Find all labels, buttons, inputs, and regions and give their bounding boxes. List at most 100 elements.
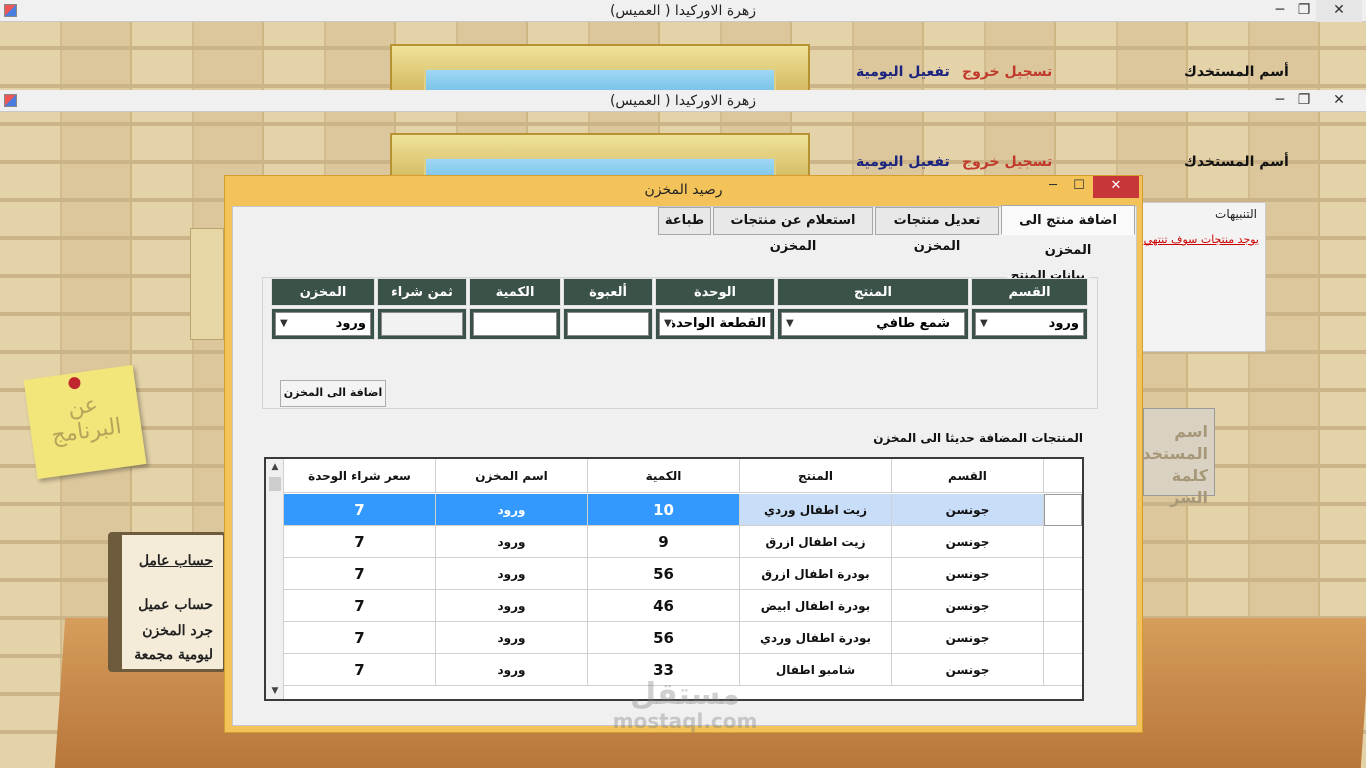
cell-quantity[interactable]: 56 [588,622,740,654]
package-input[interactable] [567,312,649,336]
cell-section[interactable]: جونسن [892,526,1044,558]
cell-product[interactable]: بودرة اطفال ابيض [740,590,892,622]
cell-quantity[interactable]: 56 [588,558,740,590]
book-item-worker-account[interactable]: حساب عامل [139,553,213,569]
store-cell: ورود ▼ [271,308,375,340]
product-data-group: بيانات المنتج القسم المنتج الوحدة ألعبوة… [262,268,1098,409]
column-header-section[interactable]: القسم [892,459,1044,493]
window-titlebar: زهرة الاوركيدا ( العميس) ─ ❐ ✕ [0,0,1366,22]
cell-section[interactable]: جونسن [892,622,1044,654]
cell-unit-price[interactable]: 7 [284,622,436,654]
table-row[interactable]: جونسن زيت اطفال وردي 10 ورود 7 [284,494,1044,526]
header-purchase-price: ثمن شراء [377,278,467,306]
cell-product[interactable]: بودرة اطفال وردي [740,622,892,654]
cell-quantity[interactable]: 10 [588,494,740,526]
column-header-quantity[interactable]: الكمية [588,459,740,493]
grid-scrollbar[interactable]: ▲ ▼ [266,459,284,699]
dialog-close-button[interactable]: ✕ [1093,176,1139,198]
add-to-store-button[interactable]: اضافة الى المخزن [280,380,386,407]
cell-store-name[interactable]: ورود [436,590,588,622]
chevron-up-icon[interactable]: ▲ [266,459,284,475]
cell-section[interactable]: جونسن [892,654,1044,686]
added-products-grid[interactable]: ▲ ▼ القسم المنتج الكمية اسم المخزن سعر ش… [264,457,1084,701]
book-item-inventory[interactable]: جرد المخزن [142,623,213,639]
cell-store-name[interactable]: ورود [436,526,588,558]
window-title: زهرة الاوركيدا ( العميس) [609,3,757,19]
column-header-product[interactable]: المنتج [740,459,892,493]
close-button[interactable]: ✕ [1316,90,1362,112]
cell-product[interactable]: بودرة اطفال ازرق [740,558,892,590]
window-title-2: زهرة الاوركيدا ( العميس) [609,93,757,109]
row-header[interactable] [1044,526,1082,558]
product-select[interactable]: شمع طافي ▼ [781,312,965,336]
row-header[interactable] [1044,558,1082,590]
section-cell: ورود ▼ [971,308,1088,340]
logout-link[interactable]: تسجيل خروج [962,154,1052,170]
logout-link[interactable]: تسجيل خروج [962,64,1052,80]
unit-select[interactable]: القطعة الواحدة ▼ [659,312,771,336]
cell-unit-price[interactable]: 7 [284,494,436,526]
dialog-minimize-button[interactable]: ─ [1039,176,1067,198]
store-value: ورود [335,316,366,331]
book-item-client-account[interactable]: حساب عميل [138,597,213,613]
pin-icon [67,376,82,390]
login-plaque: اسم المستخدم كلمة السر [1130,408,1215,507]
stock-balance-dialog: رصيد المخزن ─ ☐ ✕ اضافة منتج الى المخزن … [224,175,1143,733]
table-row[interactable]: جونسن بودرة اطفال وردي 56 ورود 7 [284,622,1044,654]
cell-unit-price[interactable]: 7 [284,654,436,686]
row-header[interactable] [1044,494,1082,526]
unit-cell: القطعة الواحدة ▼ [655,308,775,340]
about-sticky-note[interactable]: عن البرنامج [23,364,147,480]
purchase-price-input[interactable] [381,312,463,336]
notifications-panel: التنبيهات يوجد منتجات سوف تنتهي [1138,202,1266,352]
purchase-price-cell [377,308,467,340]
store-select[interactable]: ورود ▼ [275,312,371,336]
scroll-decoration [190,228,224,340]
row-header[interactable] [1044,590,1082,622]
table-row[interactable]: جونسن بودرة اطفال ازرق 56 ورود 7 [284,558,1044,590]
tab-add-product[interactable]: اضافة منتج الى المخزن [1001,205,1135,258]
cell-store-name[interactable]: ورود [436,622,588,654]
scroll-thumb[interactable] [269,477,281,491]
chevron-down-icon[interactable]: ▼ [266,683,284,699]
tab-edit-products[interactable]: تعديل منتجات المخزن [875,207,999,254]
quantity-input[interactable] [473,312,557,336]
dialog-maximize-button[interactable]: ☐ [1065,176,1093,198]
chevron-down-icon: ▼ [980,318,988,329]
cell-quantity[interactable]: 9 [588,526,740,558]
activate-daily-link[interactable]: تفعيل اليومية [856,154,950,170]
cell-unit-price[interactable]: 7 [284,558,436,590]
tab-print[interactable]: طباعة [658,207,711,235]
tab-query-products[interactable]: استعلام عن منتجات المخزن [713,207,873,254]
watermark: مستقل mostaql.com [600,680,770,733]
cell-store-name[interactable]: ورود [436,558,588,590]
table-row[interactable]: جونسن بودرة اطفال ابيض 46 ورود 7 [284,590,1044,622]
row-header[interactable] [1044,622,1082,654]
cell-product[interactable]: زيت اطفال وردي [740,494,892,526]
row-header[interactable] [1044,654,1082,686]
cell-unit-price[interactable]: 7 [284,590,436,622]
column-header-store-name[interactable]: اسم المخزن [436,459,588,493]
close-button[interactable]: ✕ [1316,0,1362,22]
product-cell: شمع طافي ▼ [777,308,969,340]
unit-value: القطعة الواحدة [668,316,766,331]
cell-section[interactable]: جونسن [892,558,1044,590]
cell-store-name[interactable]: ورود [436,494,588,526]
username-label: أسم المستخدك [1184,64,1289,80]
section-select[interactable]: ورود ▼ [975,312,1084,336]
cell-section[interactable]: جونسن [892,494,1044,526]
header-package: ألعبوة [563,278,653,306]
book-item-daily-summary[interactable]: ليومية مجمعة [134,647,213,663]
cell-section[interactable]: جونسن [892,590,1044,622]
cell-store-name[interactable]: ورود [436,654,588,686]
column-header-unit-price[interactable]: سعر شراء الوحدة [284,459,436,493]
table-row[interactable]: جونسن زيت اطفال ازرق 9 ورود 7 [284,526,1044,558]
cell-product[interactable]: زيت اطفال ازرق [740,526,892,558]
activate-daily-link[interactable]: تفعيل اليومية [856,64,950,80]
added-products-caption: المنتجات المضافة حديثا الى المخزن [869,431,1087,445]
cell-quantity[interactable]: 46 [588,590,740,622]
window-titlebar-2: زهرة الاوركيدا ( العميس) ─ ❐ ✕ [0,90,1366,112]
package-cell [563,308,653,340]
cell-unit-price[interactable]: 7 [284,526,436,558]
expiring-products-link[interactable]: يوجد منتجات سوف تنتهي [1144,233,1259,246]
